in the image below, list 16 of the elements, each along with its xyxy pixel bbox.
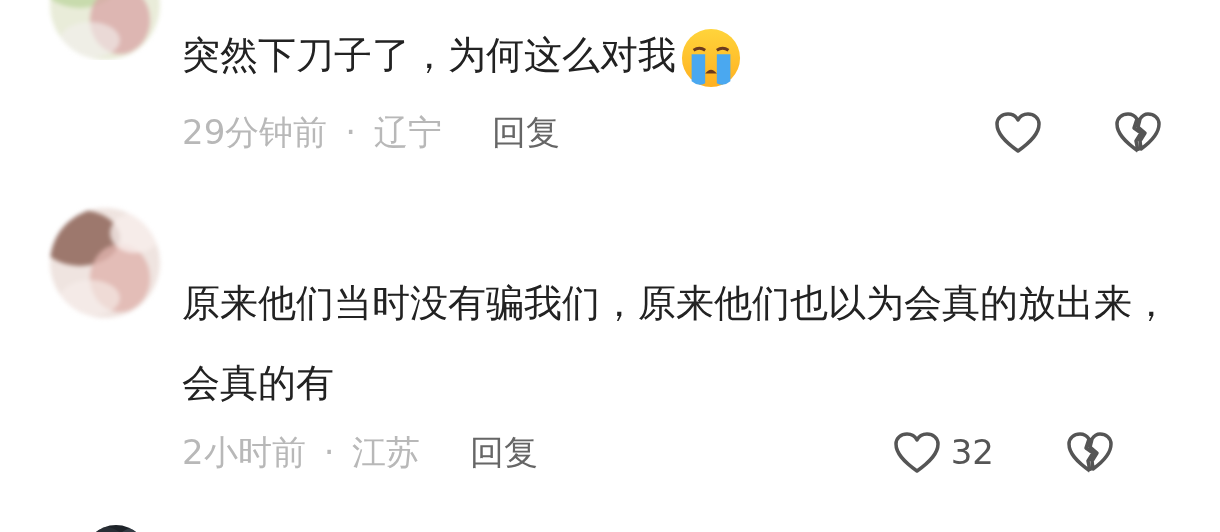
comment-text: 突然下刀子了，为何这么对我 <box>182 33 676 77</box>
reply-button[interactable]: 回复 <box>492 107 561 158</box>
like-icon[interactable] <box>892 430 941 475</box>
comment-location: 辽宁 <box>374 111 443 154</box>
like-count: 32 <box>950 431 994 474</box>
broken-heart-icon[interactable] <box>1066 430 1114 475</box>
like-icon[interactable] <box>994 110 1042 155</box>
separator-dot: · <box>323 431 335 474</box>
comment-text: 原来他们当时没有骗我们，原来他们也以为会真的放出来，会真的有 <box>182 279 1171 407</box>
comment-time: 2小时前 <box>182 431 306 474</box>
comment-time: 29分钟前 <box>182 111 328 154</box>
crying-face-icon <box>680 26 742 89</box>
separator-dot: · <box>345 111 357 154</box>
broken-heart-icon[interactable] <box>1114 110 1162 155</box>
reply-button[interactable]: 回复 <box>470 427 539 478</box>
comment-location: 江苏 <box>352 431 421 474</box>
